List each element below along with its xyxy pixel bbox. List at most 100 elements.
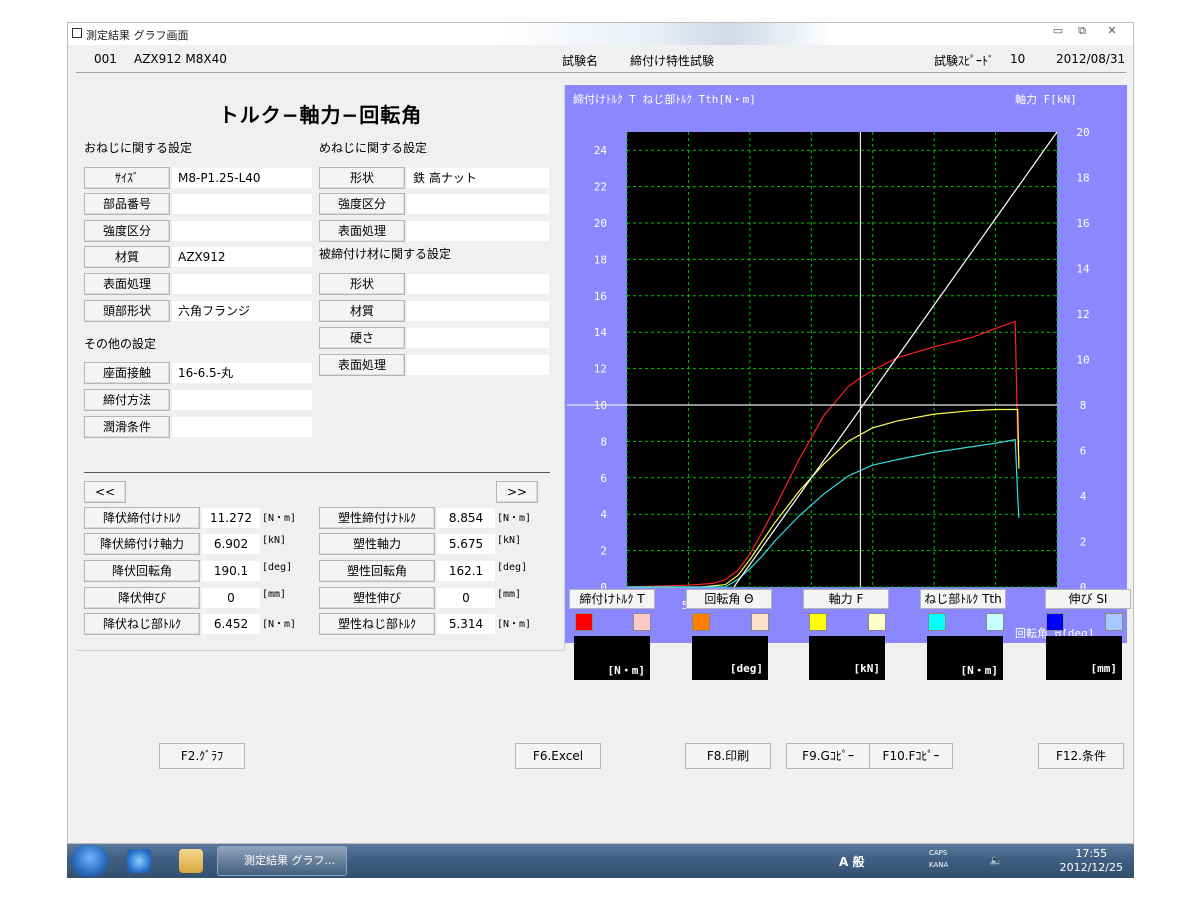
yield-axial-force-label[interactable]: 降伏締付け軸力 (84, 533, 200, 555)
torque-light-color-swatch[interactable] (633, 613, 651, 631)
title-bar[interactable]: 測定結果 グラフ画面 ▭ ⧉ ✕ (68, 23, 1133, 45)
clamped-material-button[interactable]: 材質 (319, 300, 405, 322)
clamped-shape-field[interactable] (407, 274, 549, 294)
minimize-button[interactable]: ▭ (1046, 24, 1070, 40)
y-right-tick-label: 14 (1076, 263, 1090, 276)
tightening-method-field[interactable] (172, 390, 312, 410)
clamped-material-field[interactable] (407, 301, 549, 321)
clock[interactable]: 17:55 2012/12/25 (1060, 847, 1123, 875)
part-number-button[interactable]: 部品番号 (84, 193, 170, 215)
internet-explorer-icon[interactable] (127, 849, 151, 873)
head-shape-button[interactable]: 頭部形状 (84, 300, 170, 322)
yield-axial-force-unit: [kN] (262, 535, 287, 546)
next-page-button[interactable]: >> (496, 481, 538, 503)
nut-strength-field[interactable] (407, 194, 549, 214)
surface-treatment-button[interactable]: 表面処理 (84, 273, 170, 295)
material-field[interactable]: AZX912 (172, 247, 312, 267)
file-explorer-icon[interactable] (179, 849, 203, 873)
yield-elongation-label[interactable]: 降伏伸び (84, 587, 200, 609)
start-button[interactable] (71, 845, 109, 877)
elongation-light-color-swatch[interactable] (1105, 613, 1123, 631)
legend-axial-force-button[interactable]: 軸力 F (803, 589, 889, 609)
plastic-axial-force-label[interactable]: 塑性軸力 (319, 533, 435, 555)
y-left-tick-label: 6 (600, 472, 607, 485)
elongation-readout: [mm] (1046, 636, 1122, 680)
legend-torque-button[interactable]: 締付けﾄﾙｸ T (569, 589, 655, 609)
y-left-tick-label: 20 (594, 217, 607, 230)
angle-color-swatch[interactable] (692, 613, 710, 631)
nut-surface-button[interactable]: 表面処理 (319, 220, 405, 242)
yield-angle-label[interactable]: 降伏回転角 (84, 560, 200, 582)
part-number-field[interactable] (172, 194, 312, 214)
plastic-torque-unit: [N・m] (497, 513, 532, 524)
torque-color-swatch[interactable] (575, 613, 593, 631)
yield-torque-value: 11.272 (202, 508, 260, 528)
angle-light-color-swatch[interactable] (751, 613, 769, 631)
clamped-hardness-field[interactable] (407, 328, 549, 348)
f2-graph-button[interactable]: F2.ｸﾞﾗﾌ (159, 743, 245, 769)
head-shape-field[interactable]: 六角フランジ (172, 301, 312, 321)
strength-class-button[interactable]: 強度区分 (84, 220, 170, 242)
yield-torque-label[interactable]: 降伏締付けﾄﾙｸ (84, 507, 200, 529)
f10-form-copy-button[interactable]: F10.Fｺﾋﾟｰ (869, 743, 953, 769)
y-right-tick-label: 8 (1080, 399, 1087, 412)
prev-page-button[interactable]: << (84, 481, 126, 503)
restore-button[interactable]: ⧉ (1070, 24, 1094, 40)
torque-force-angle-chart[interactable]: 0501001502002503003500246810121416182022… (565, 85, 1127, 643)
thread-torque-light-color-swatch[interactable] (986, 613, 1004, 631)
close-button[interactable]: ✕ (1100, 24, 1124, 40)
plastic-angle-label[interactable]: 塑性回転角 (319, 560, 435, 582)
seat-contact-button[interactable]: 座面接触 (84, 362, 170, 384)
clamped-shape-button[interactable]: 形状 (319, 273, 405, 295)
other-settings-section-label: その他の設定 (84, 337, 157, 351)
y-right-tick-label: 20 (1076, 126, 1089, 139)
volume-icon[interactable]: 🔈 (989, 854, 1003, 867)
clamped-hardness-button[interactable]: 硬さ (319, 327, 405, 349)
plastic-torque-label[interactable]: 塑性締付けﾄﾙｸ (319, 507, 435, 529)
nut-surface-field[interactable] (407, 221, 549, 241)
elongation-color-swatch[interactable] (1046, 613, 1064, 631)
plastic-angle-value: 162.1 (437, 561, 495, 581)
material-button[interactable]: 材質 (84, 246, 170, 268)
f6-excel-button[interactable]: F6.Excel (515, 743, 601, 769)
ime-indicator[interactable]: A 般 (839, 853, 864, 870)
legend-thread-torque-button[interactable]: ねじ部ﾄﾙｸ Tth (920, 589, 1006, 609)
nut-shape-button[interactable]: 形状 (319, 167, 405, 189)
legend-elongation-button[interactable]: 伸び SI (1045, 589, 1131, 609)
clamped-surface-button[interactable]: 表面処理 (319, 354, 405, 376)
nut-strength-button[interactable]: 強度区分 (319, 193, 405, 215)
y-left-tick-label: 4 (600, 508, 607, 521)
test-name-label: 試験名 (562, 54, 599, 68)
plastic-axial-force-unit: [kN] (497, 535, 522, 546)
f9-graph-copy-button[interactable]: F9.Gｺﾋﾟｰ (786, 743, 870, 769)
lubrication-field[interactable] (172, 417, 312, 437)
tightening-method-button[interactable]: 締付方法 (84, 389, 170, 411)
plastic-elongation-label[interactable]: 塑性伸び (319, 587, 435, 609)
axial-force-light-color-swatch[interactable] (868, 613, 886, 631)
test-name: 締付け特性試験 (630, 54, 715, 68)
lubrication-button[interactable]: 潤滑条件 (84, 416, 170, 438)
y-left-tick-label: 2 (600, 545, 607, 558)
seat-contact-field[interactable]: 16-6.5-丸 (172, 363, 312, 383)
surface-treatment-field[interactable] (172, 274, 312, 294)
clamped-section-label: 被締付け材に関する設定 (319, 247, 452, 261)
yield-thread-torque-value: 6.452 (202, 614, 260, 634)
f12-conditions-button[interactable]: F12.条件 (1038, 743, 1124, 769)
yield-thread-torque-label[interactable]: 降伏ねじ部ﾄﾙｸ (84, 613, 200, 635)
clamped-surface-field[interactable] (407, 355, 549, 375)
strength-class-field[interactable] (172, 221, 312, 241)
axial-force-color-swatch[interactable] (809, 613, 827, 631)
plot-area (627, 132, 1057, 587)
taskbar-app-button[interactable]: 測定結果 グラフ... (217, 846, 347, 876)
settings-panel: トルク−軸力−回転角 おねじに関する設定 めねじに関する設定 ｻｲｽﾞ M8-P… (76, 85, 565, 651)
y-right-tick-label: 18 (1076, 172, 1089, 185)
nut-shape-field[interactable]: 鉄 高ナット (407, 168, 549, 188)
size-field[interactable]: M8-P1.25-L40 (172, 168, 312, 188)
plastic-torque-value: 8.854 (437, 508, 495, 528)
plastic-thread-torque-label[interactable]: 塑性ねじ部ﾄﾙｸ (319, 613, 435, 635)
f8-print-button[interactable]: F8.印刷 (685, 743, 771, 769)
thread-torque-color-swatch[interactable] (928, 613, 946, 631)
size-button[interactable]: ｻｲｽﾞ (84, 167, 170, 189)
caps-indicator: CAPS (929, 849, 948, 857)
legend-angle-button[interactable]: 回転角 Θ (686, 589, 772, 609)
